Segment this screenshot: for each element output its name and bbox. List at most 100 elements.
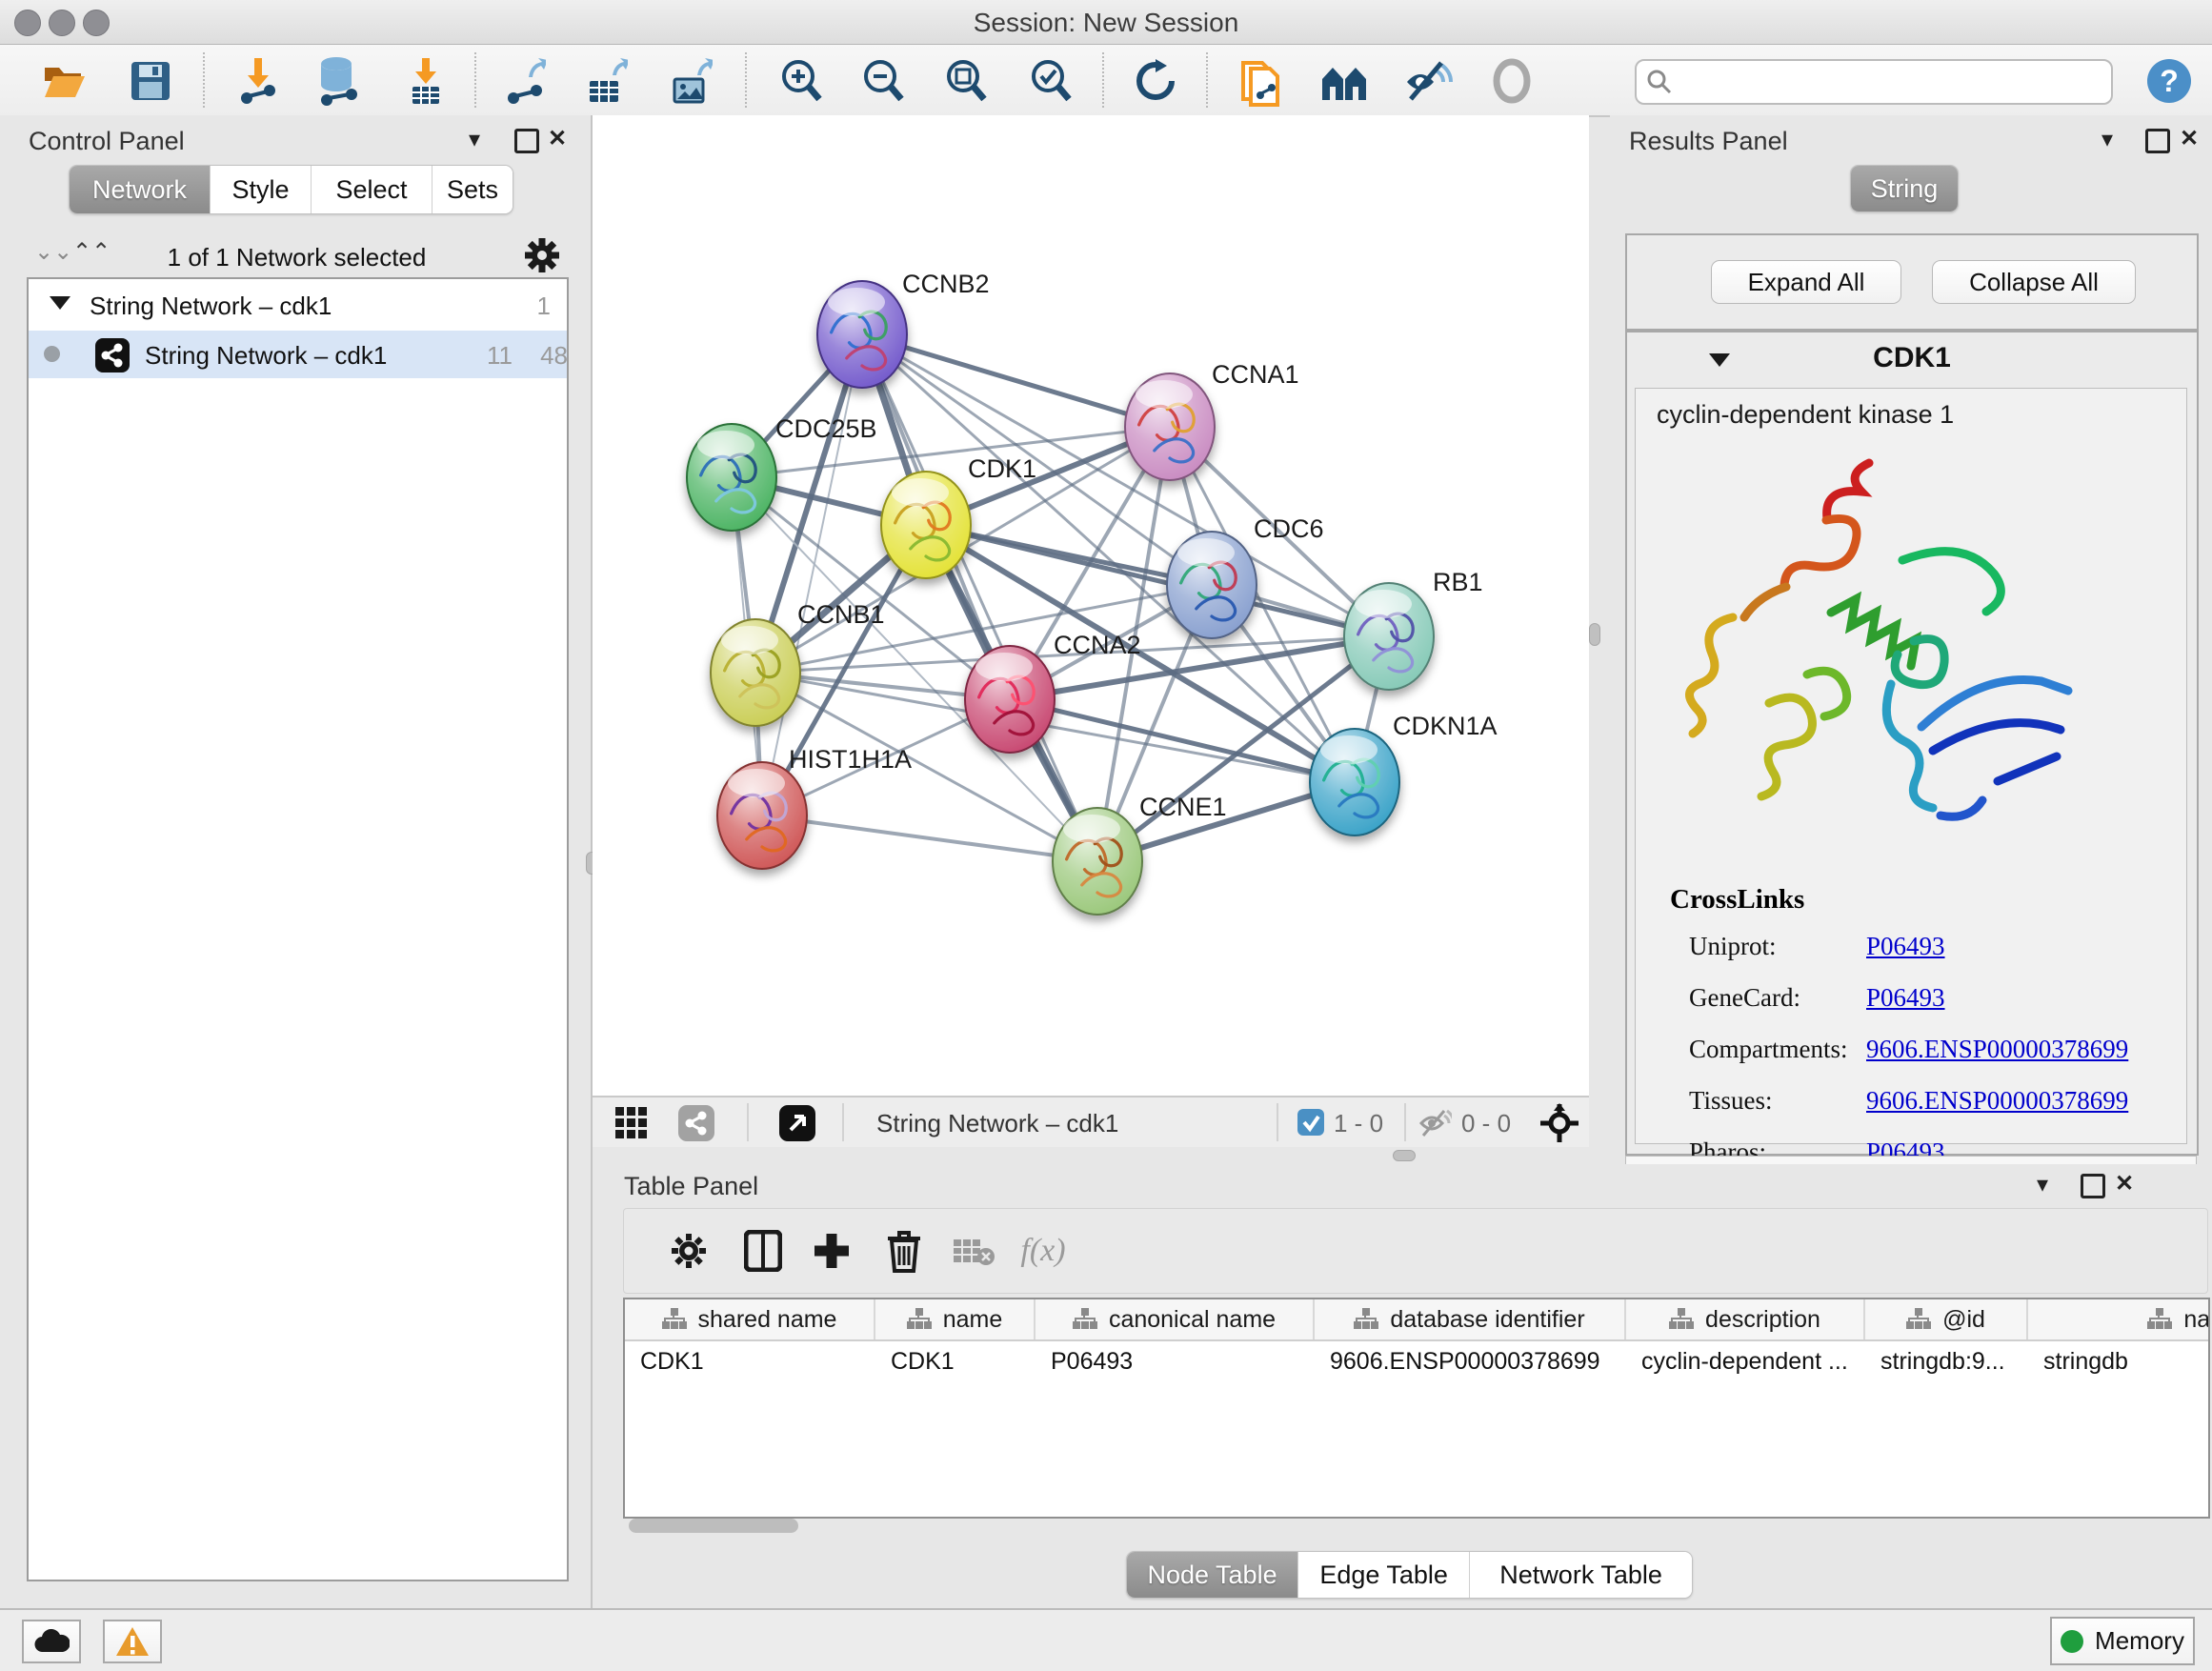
float-panel-icon[interactable]: [2145, 129, 2170, 153]
table-settings-icon[interactable]: [664, 1226, 714, 1276]
gene-details: cyclin-dependent kinase 1: [1635, 388, 2187, 1144]
crosslink-compartments[interactable]: 9606.ENSP00000378699: [1866, 1035, 2128, 1064]
right-splitter-handle[interactable]: [1589, 623, 1600, 646]
apply-layout-icon[interactable]: [1128, 54, 1183, 108]
network-list: String Network – cdk1 1 String Network –…: [27, 277, 569, 1581]
save-session-icon[interactable]: [123, 54, 178, 108]
node-CCNE1[interactable]: CCNE1: [1053, 793, 1227, 915]
tab-string[interactable]: String: [1851, 166, 1958, 211]
warnings-button[interactable]: [103, 1620, 162, 1663]
node-CDC6[interactable]: CDC6: [1167, 514, 1324, 638]
clone-network-icon[interactable]: [1233, 54, 1288, 108]
collapse-all-button[interactable]: Collapse All: [1932, 260, 2136, 304]
cloud-status-button[interactable]: [22, 1620, 81, 1663]
cell-database-identifier[interactable]: 9606.ENSP00000378699: [1315, 1341, 1626, 1381]
collapse-panel-icon[interactable]: ▾: [469, 127, 480, 153]
close-panel-icon[interactable]: ✕: [2115, 1171, 2134, 1198]
cell-name[interactable]: CDK1: [875, 1341, 1036, 1381]
table-row[interactable]: CDK1CDK1P064939606.ENSP00000378699cyclin…: [625, 1341, 2210, 1381]
import-table-icon[interactable]: [398, 54, 453, 108]
collection-label: String Network – cdk1: [90, 292, 332, 321]
edge-CCNB2-CCNA1[interactable]: [862, 334, 1170, 427]
column-header-shared-name[interactable]: shared name: [625, 1299, 875, 1339]
network-options-gear-icon[interactable]: [522, 235, 562, 280]
memory-button[interactable]: Memory: [2050, 1617, 2195, 1665]
view-network-icon[interactable]: [678, 1105, 714, 1146]
horizontal-splitter-handle[interactable]: [1393, 1150, 1416, 1161]
edge-CCNB2-HIST1H1A[interactable]: [762, 334, 862, 815]
hide-selected-icon[interactable]: [1400, 54, 1456, 108]
cell-description[interactable]: cyclin-dependent ...: [1626, 1341, 1865, 1381]
tab-node-table[interactable]: Node Table: [1127, 1552, 1298, 1598]
node-RB1[interactable]: RB1: [1344, 568, 1483, 690]
network-graph[interactable]: CCNB2CCNA1CDC25BCDK1CDC6RB1CCNB1CCNA2CDK…: [593, 115, 1589, 1096]
help-button[interactable]: ?: [2147, 59, 2191, 103]
edge-HIST1H1A-CCNE1[interactable]: [762, 815, 1097, 861]
collapse-panel-icon[interactable]: ▾: [2101, 127, 2113, 153]
column-header-namespace[interactable]: namespace: [2028, 1299, 2210, 1339]
search-input[interactable]: [1635, 59, 2113, 105]
first-neighbors-icon[interactable]: [1317, 54, 1373, 108]
cell-@id[interactable]: stringdb:9...: [1865, 1341, 2028, 1381]
column-header-canonical-name[interactable]: canonical name: [1036, 1299, 1315, 1339]
network-collection-row[interactable]: String Network – cdk1 1: [29, 281, 567, 329]
expand-all-button[interactable]: Expand All: [1711, 260, 1901, 304]
node-CDK1[interactable]: CDK1: [881, 454, 1036, 578]
close-panel-icon[interactable]: ✕: [2180, 126, 2199, 152]
tab-select[interactable]: Select: [312, 166, 432, 213]
cell-canonical-name[interactable]: P06493: [1036, 1341, 1315, 1381]
import-network-file-icon[interactable]: [231, 54, 286, 108]
cell-namespace[interactable]: stringdb: [2028, 1341, 2210, 1381]
scrollbar-thumb[interactable]: [629, 1519, 798, 1533]
open-session-icon[interactable]: [37, 54, 92, 108]
cell-shared-name[interactable]: CDK1: [625, 1341, 875, 1381]
node-CCNA1[interactable]: CCNA1: [1125, 360, 1299, 480]
zoom-selected-icon[interactable]: [1022, 54, 1077, 108]
export-image-icon[interactable]: [664, 54, 719, 108]
detach-view-icon[interactable]: [779, 1105, 815, 1146]
crosslink-genecard[interactable]: P06493: [1866, 983, 1945, 1013]
tab-edge-table[interactable]: Edge Table: [1298, 1552, 1470, 1598]
export-network-icon[interactable]: [497, 54, 553, 108]
table-horizontal-scrollbar[interactable]: [629, 1519, 2201, 1534]
crosslink-uniprot[interactable]: P06493: [1866, 932, 1945, 961]
add-column-icon[interactable]: [807, 1226, 856, 1276]
birdseye-view-icon[interactable]: [1539, 1103, 1579, 1148]
select-columns-icon[interactable]: [738, 1226, 788, 1276]
search-field[interactable]: [1680, 63, 2103, 99]
tab-sets[interactable]: Sets: [432, 166, 513, 213]
delete-column-icon[interactable]: [879, 1226, 929, 1276]
column-header-@id[interactable]: @id: [1865, 1299, 2028, 1339]
crosslink-tissues[interactable]: 9606.ENSP00000378699: [1866, 1086, 2128, 1116]
zoom-fit-icon[interactable]: [937, 54, 993, 108]
hidden-counts: 0 - 0: [1461, 1109, 1511, 1138]
network-row[interactable]: String Network – cdk1 11 48: [29, 331, 567, 378]
tab-style[interactable]: Style: [211, 166, 312, 213]
import-network-database-icon[interactable]: [311, 54, 366, 108]
float-panel-icon[interactable]: [514, 129, 539, 153]
view-grid-icon[interactable]: [615, 1107, 648, 1144]
network-canvas[interactable]: CCNB2CCNA1CDC25BCDK1CDC6RB1CCNB1CCNA2CDK…: [593, 115, 1589, 1096]
results-panel-title: Results Panel: [1629, 127, 1788, 156]
node-HIST1H1A[interactable]: HIST1H1A: [717, 745, 912, 869]
gene-name: CDK1: [1627, 342, 2197, 374]
window-title: Session: New Session: [0, 8, 2212, 38]
close-panel-icon[interactable]: ✕: [548, 126, 567, 152]
network-edge-count: 48: [522, 341, 568, 371]
node-table[interactable]: shared namenamecanonical namedatabase id…: [623, 1298, 2210, 1519]
column-header-description[interactable]: description: [1626, 1299, 1865, 1339]
tab-network-table[interactable]: Network Table: [1470, 1552, 1692, 1598]
column-header-name[interactable]: name: [875, 1299, 1036, 1339]
export-table-icon[interactable]: [579, 54, 634, 108]
collapse-panel-icon[interactable]: ▾: [2037, 1172, 2048, 1198]
tab-network[interactable]: Network: [70, 166, 211, 213]
column-header-database-identifier[interactable]: database identifier: [1315, 1299, 1626, 1339]
zoom-out-icon[interactable]: [855, 54, 910, 108]
collection-expander-icon[interactable]: [50, 296, 70, 310]
zoom-in-icon[interactable]: [773, 54, 828, 108]
control-panel-tabs: NetworkStyleSelectSets: [69, 165, 513, 214]
node-CCNB1[interactable]: CCNB1: [711, 600, 885, 726]
edge-CCNB2-CCNE1[interactable]: [862, 334, 1097, 861]
node-CDKN1A[interactable]: CDKN1A: [1310, 712, 1498, 836]
float-panel-icon[interactable]: [2081, 1174, 2105, 1198]
